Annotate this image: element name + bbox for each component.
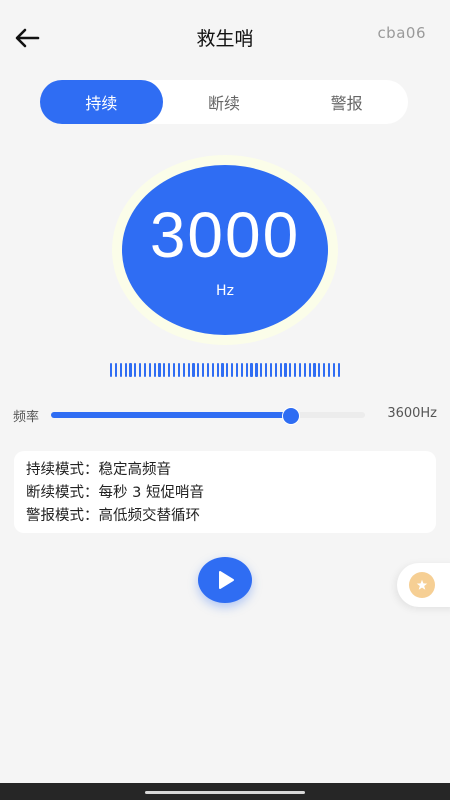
waveform-bar <box>245 363 248 377</box>
frequency-slider[interactable] <box>51 407 365 425</box>
waveform-bar <box>177 363 180 377</box>
waveform-bar <box>114 363 118 377</box>
waveform-bar <box>221 363 224 377</box>
frequency-unit: Hz <box>216 283 234 299</box>
tab-alarm[interactable]: 警报 <box>285 80 408 124</box>
waveform-bar <box>163 363 166 377</box>
waveform-bar <box>294 363 297 377</box>
waveform-bar <box>211 363 214 377</box>
waveform-bars <box>110 363 340 377</box>
slider-label: 频率 <box>13 410 40 425</box>
waveform-bar <box>192 363 195 377</box>
waveform-bar <box>313 363 316 377</box>
waveform-bar <box>231 363 234 377</box>
frequency-display: 3000 Hz <box>122 165 328 335</box>
waveform-bar <box>129 363 132 377</box>
waveform-bar <box>119 363 122 377</box>
waveform-bar <box>168 363 171 377</box>
info-line-intermittent: 断续模式：每秒 3 短促哨音 <box>26 485 204 501</box>
waveform-bar <box>182 363 185 377</box>
header-tag: cba06 <box>377 24 426 42</box>
waveform-bar <box>240 363 243 377</box>
info-line-alarm: 警报模式：高低频交替循环 <box>26 508 200 524</box>
waveform-bar <box>250 363 253 377</box>
mode-tabs: 持续 断续 警报 <box>40 80 408 124</box>
waveform-bar <box>172 363 176 377</box>
star-coin-icon <box>409 572 435 598</box>
waveform-bar <box>158 363 161 377</box>
waveform-bar <box>143 363 147 377</box>
waveform-bar <box>265 363 268 377</box>
play-icon <box>219 571 234 589</box>
waveform-bar <box>274 363 277 377</box>
waveform-bar <box>318 363 321 377</box>
waveform-bar <box>197 363 200 377</box>
waveform-bar <box>337 363 340 377</box>
waveform-bar <box>289 363 292 377</box>
waveform-bar <box>332 363 335 377</box>
waveform-bar <box>124 363 127 377</box>
waveform-bar <box>269 363 273 377</box>
slider-max-value: 3600Hz <box>387 406 437 421</box>
system-nav-bar <box>0 783 450 800</box>
play-button[interactable] <box>198 557 252 603</box>
waveform-bar <box>327 363 331 377</box>
app-header: 救生哨 cba06 <box>0 0 450 76</box>
waveform-bar <box>187 363 190 377</box>
waveform-bar <box>255 363 258 377</box>
waveform-bar <box>260 363 263 377</box>
waveform-bar <box>279 363 282 377</box>
info-line-continuous: 持续模式：稳定高频音 <box>26 462 171 478</box>
slider-thumb[interactable] <box>281 407 300 425</box>
tab-intermittent[interactable]: 断续 <box>163 80 286 124</box>
waveform-bar <box>110 363 113 377</box>
tab-continuous[interactable]: 持续 <box>40 80 163 124</box>
waveform-bar <box>139 363 142 377</box>
waveform-bar <box>308 363 311 377</box>
waveform-bar <box>323 363 326 377</box>
waveform-bar <box>134 363 137 377</box>
waveform-bar <box>284 363 287 377</box>
waveform-bar <box>303 363 306 377</box>
waveform-bar <box>148 363 151 377</box>
home-indicator[interactable] <box>145 791 305 794</box>
floating-reward-button[interactable] <box>397 563 450 607</box>
mode-info-card: 持续模式：稳定高频音 断续模式：每秒 3 短促哨音 警报模式：高低频交替循环 <box>14 451 436 533</box>
slider-fill <box>51 412 290 418</box>
waveform-bar <box>298 363 302 377</box>
frequency-slider-row: 频率 3600Hz <box>0 402 450 428</box>
waveform-bar <box>235 363 239 377</box>
waveform-bar <box>206 363 210 377</box>
waveform-bar <box>216 363 219 377</box>
waveform-bar <box>153 363 156 377</box>
waveform-bar <box>202 363 205 377</box>
frequency-value: 3000 <box>149 199 301 271</box>
waveform-bar <box>226 363 229 377</box>
